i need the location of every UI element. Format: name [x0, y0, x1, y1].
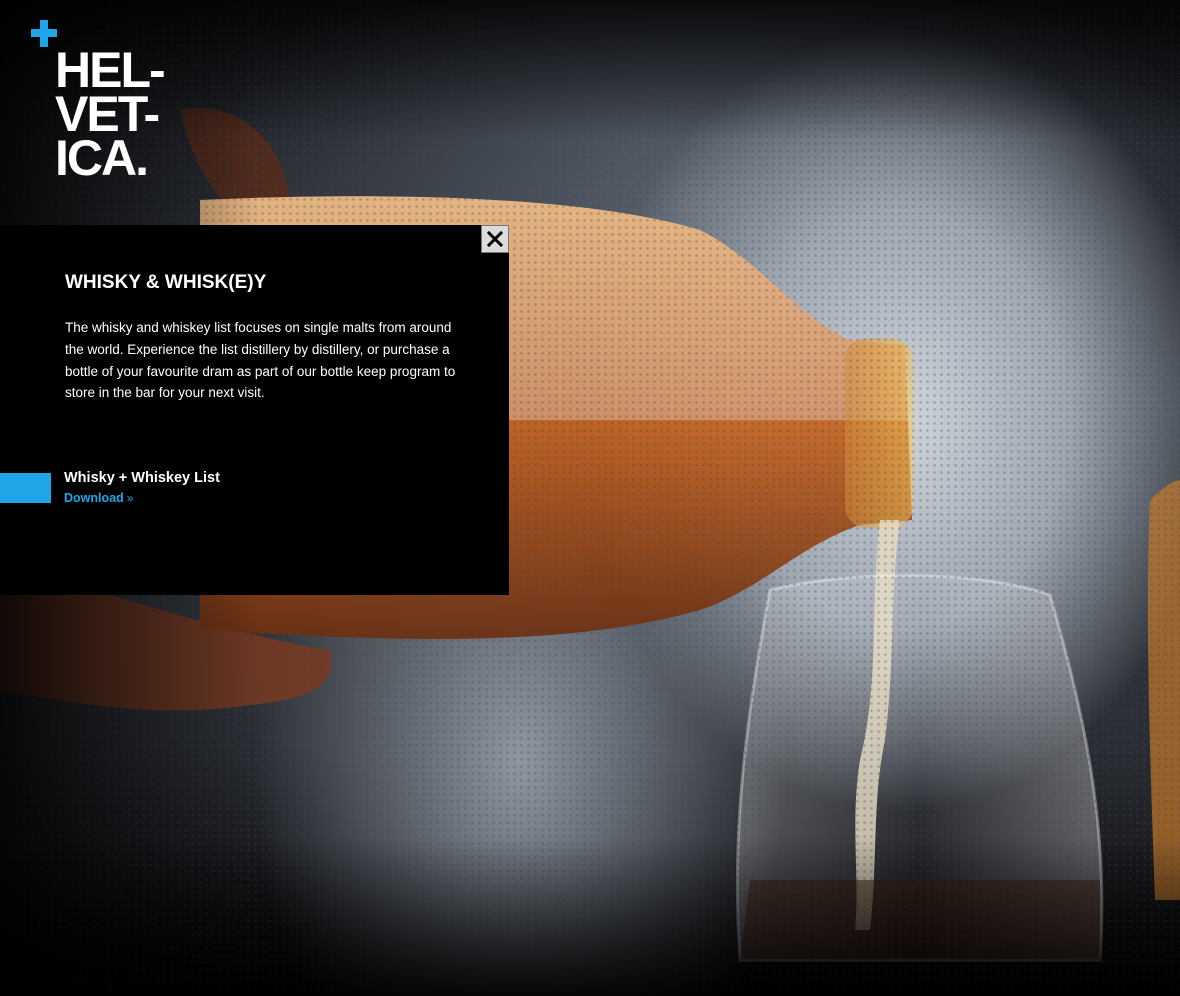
- download-link[interactable]: Download»: [64, 491, 133, 505]
- close-button[interactable]: [481, 225, 509, 253]
- panel-title: WHISKY & WHISK(E)Y: [65, 272, 267, 293]
- panel-description: The whisky and whiskey list focuses on s…: [65, 320, 456, 401]
- close-icon: [487, 231, 503, 247]
- logo-line-3: ICA.: [55, 130, 149, 186]
- plus-icon-horizontal: [31, 29, 57, 37]
- logo[interactable]: HEL- VET- ICA.: [30, 20, 200, 185]
- list-title: Whisky + Whiskey List: [64, 470, 220, 486]
- download-label: Download: [64, 491, 124, 505]
- accent-bar: [0, 473, 51, 503]
- double-chevron-right-icon: »: [126, 491, 134, 505]
